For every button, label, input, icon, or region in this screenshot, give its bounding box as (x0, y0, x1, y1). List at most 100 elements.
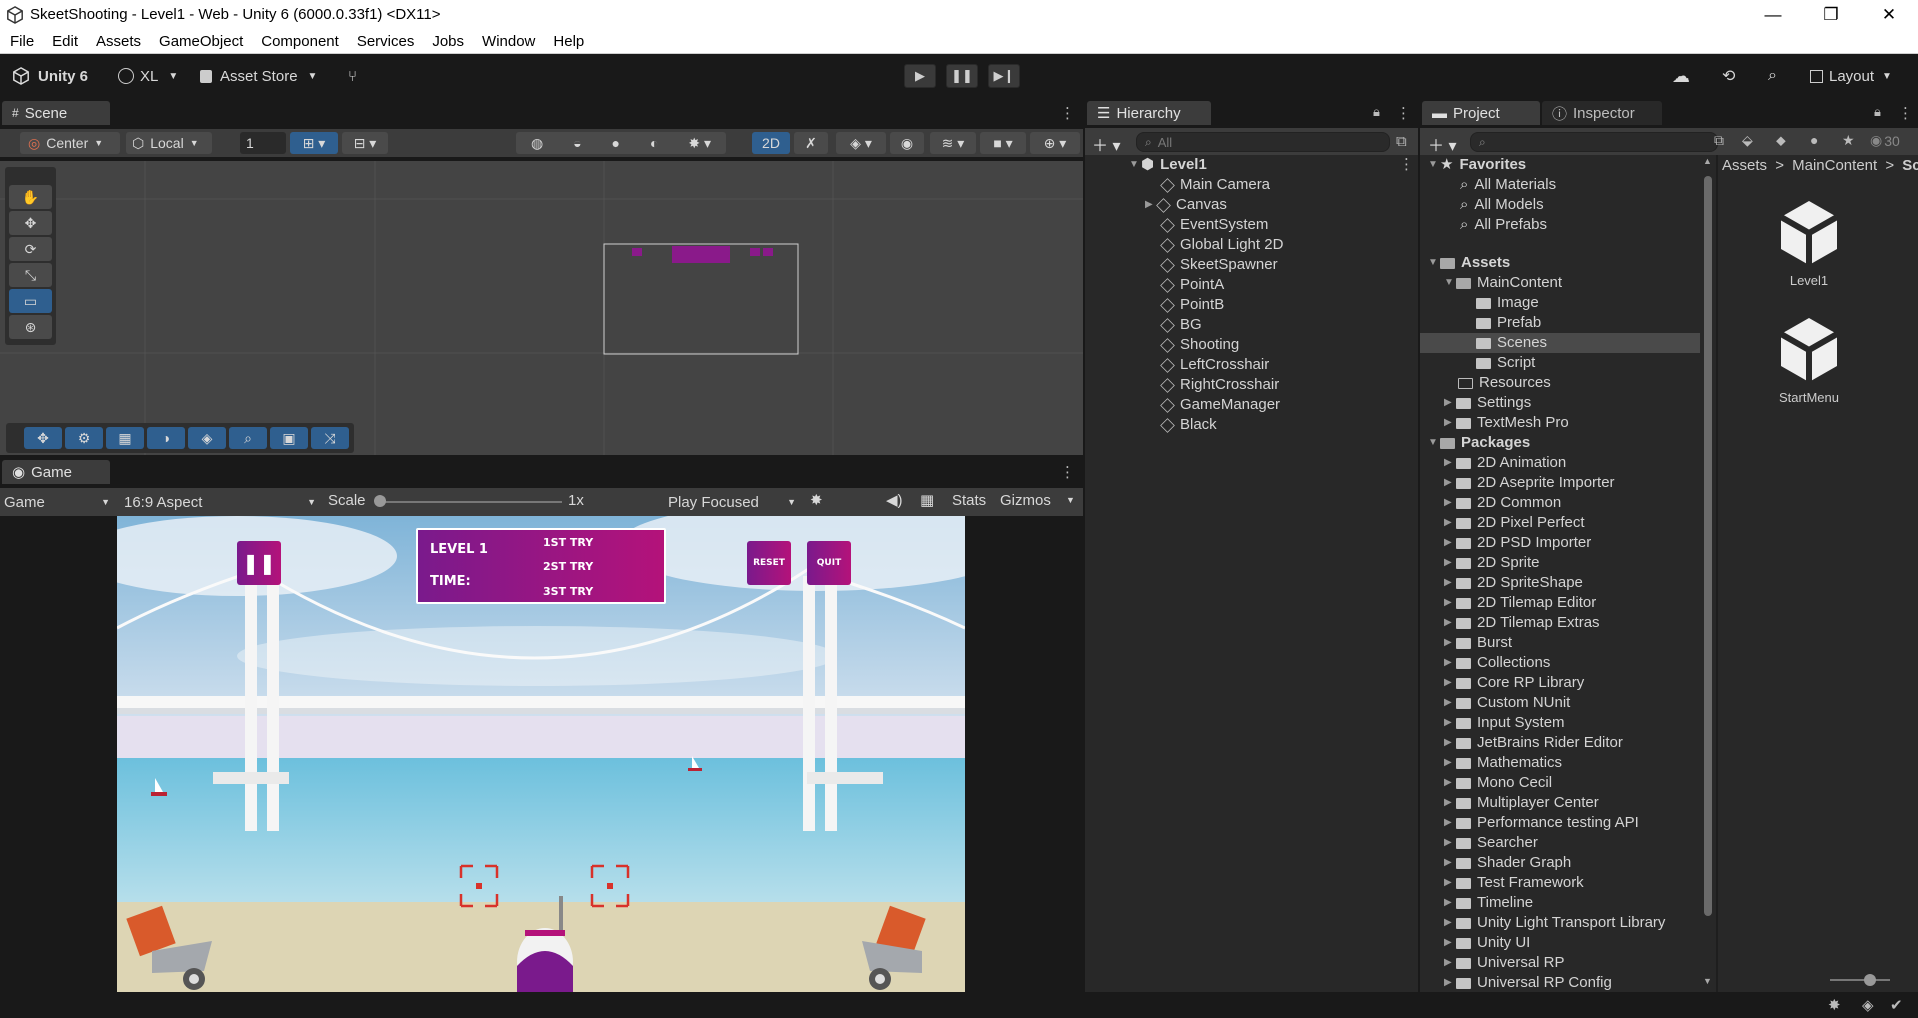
scale-slider-handle[interactable] (374, 495, 386, 507)
package-item[interactable]: ▶ Core RP Library (1444, 673, 1584, 693)
folder-item[interactable]: Prefab (1476, 313, 1541, 333)
account-dropdown[interactable]: XL ▼ (118, 64, 178, 88)
asset-store-dropdown[interactable]: Asset Store ▼ (200, 64, 317, 88)
hierarchy-item[interactable]: Black (1160, 415, 1217, 435)
overlay-shuffle-icon[interactable]: ⤨ (311, 427, 349, 449)
folder-item[interactable]: Script (1476, 353, 1535, 373)
increment-snap-button[interactable]: ⊟ ▾ (342, 132, 388, 154)
scene-viewport[interactable] (0, 161, 1083, 455)
package-item[interactable]: ▶ 2D Sprite (1444, 553, 1540, 573)
pause-game-button[interactable]: ❚❚ (237, 541, 281, 585)
scene-visibility-icon[interactable]: ⧉ (1396, 133, 1407, 150)
package-item[interactable]: ▶ Mono Cecil (1444, 773, 1552, 793)
history-icon[interactable]: ⟲ (1722, 64, 1735, 88)
search-scope-icon[interactable]: ⧉ (1714, 132, 1724, 149)
package-item[interactable]: ▶ 2D Tilemap Extras (1444, 613, 1600, 633)
tab-game[interactable]: ◉ Game (2, 460, 110, 484)
more-icon[interactable]: ⋮ (1060, 463, 1075, 481)
package-item[interactable]: ▶ Collections (1444, 653, 1550, 673)
scroll-down-icon[interactable]: ▼ (1703, 976, 1712, 986)
packages-root[interactable]: ▼ Packages (1428, 433, 1530, 453)
package-item[interactable]: ▶ Unity Light Transport Library (1444, 913, 1665, 933)
hierarchy-item[interactable]: PointA (1160, 275, 1224, 295)
overlay-tune-icon[interactable]: ⚙ (65, 427, 103, 449)
menu-assets[interactable]: Assets (86, 33, 149, 50)
lock-icon[interactable]: 🔒︎ (1373, 104, 1380, 120)
hierarchy-search-input[interactable]: ⌕ All (1136, 132, 1390, 152)
package-item[interactable]: ▶ 2D Tilemap Editor (1444, 593, 1596, 613)
package-item[interactable]: ▶ Burst (1444, 633, 1512, 653)
menu-component[interactable]: Component (251, 33, 347, 50)
hierarchy-item[interactable]: Main Camera (1160, 175, 1270, 195)
mute-audio-icon[interactable]: ◀) (886, 491, 903, 509)
menu-window[interactable]: Window (472, 33, 543, 50)
add-dropdown[interactable]: ＋ ▾ (1092, 132, 1120, 156)
overlay-grid-icon[interactable]: ▦ (106, 427, 144, 449)
menu-edit[interactable]: Edit (42, 33, 86, 50)
project-search-input[interactable]: ⌕ (1470, 132, 1718, 152)
rect-tool-icon[interactable]: ▭ (9, 289, 52, 313)
favorite-item[interactable]: ⌕ All Prefabs (1460, 215, 1547, 235)
more-icon[interactable]: ⋮ (1399, 155, 1414, 173)
aspect-dropdown[interactable]: 16:9 Aspect ▼ (124, 492, 316, 512)
quit-button[interactable]: QUIT (807, 541, 851, 585)
icon-size-slider[interactable] (1830, 979, 1890, 981)
hierarchy-root[interactable]: ▼ ⬢ Level1 (1129, 155, 1207, 175)
stats-button[interactable]: Stats (952, 492, 986, 509)
package-item[interactable]: ▶ Multiplayer Center (1444, 793, 1599, 813)
bug-icon[interactable]: ✸ (810, 491, 823, 509)
reset-button[interactable]: RESET (747, 541, 791, 585)
keyboard-icon[interactable]: ▦ (920, 491, 934, 509)
hierarchy-item[interactable]: ▶ Canvas (1145, 195, 1227, 215)
tab-hierarchy[interactable]: ☰ Hierarchy (1087, 101, 1211, 125)
layers-dropdown[interactable]: ≋ ▾ (930, 132, 976, 154)
package-item[interactable]: ▶ 2D Animation (1444, 453, 1566, 473)
overlay-move-icon[interactable]: ✥ (24, 427, 62, 449)
version-control-icon[interactable]: ⑂ (348, 64, 357, 88)
lighting-toggle[interactable]: ✗ (794, 132, 828, 154)
close-button[interactable]: ✕ (1860, 0, 1918, 29)
favorite-item[interactable]: ⌕ All Models (1460, 195, 1544, 215)
grid-size-field[interactable]: 1 (240, 132, 286, 154)
package-item[interactable]: ▶ Input System (1444, 713, 1565, 733)
maximize-button[interactable]: ❐ (1802, 0, 1860, 29)
package-item[interactable]: ▶ Universal RP Config (1444, 973, 1612, 992)
audio-toggle[interactable]: ◈ ▾ (836, 132, 886, 154)
pivot-dropdown[interactable]: ◎ Center ▼ (20, 132, 120, 154)
favorites-header[interactable]: ▼ ★ Favorites (1428, 155, 1526, 175)
folder-item[interactable]: ▶ Settings (1444, 393, 1531, 413)
folder-item-selected[interactable]: Scenes (1476, 333, 1547, 353)
overlay-search-icon[interactable]: ⌕ (229, 427, 267, 449)
package-item[interactable]: ▶ 2D PSD Importer (1444, 533, 1591, 553)
rotate-tool-icon[interactable]: ⟳ (9, 237, 52, 261)
hierarchy-item[interactable]: PointB (1160, 295, 1224, 315)
hand-tool-icon[interactable]: ✋ (9, 185, 52, 209)
folder-item[interactable]: Image (1476, 293, 1539, 313)
tab-project[interactable]: ▬ Project (1422, 101, 1540, 125)
hierarchy-item[interactable]: Shooting (1160, 335, 1239, 355)
hierarchy-item[interactable]: BG (1160, 315, 1202, 335)
package-item[interactable]: ▶ Custom NUnit (1444, 693, 1570, 713)
breadcrumb-item[interactable]: Sc (1902, 157, 1918, 174)
hierarchy-item[interactable]: EventSystem (1160, 215, 1268, 235)
mode-2d-toggle[interactable]: 2D (752, 132, 790, 154)
hidden-count[interactable]: ◉ 30 (1870, 132, 1900, 149)
package-item[interactable]: ▶ Universal RP (1444, 953, 1565, 973)
package-item[interactable]: ▶ 2D Aseprite Importer (1444, 473, 1615, 493)
cloud-icon[interactable]: ☁ (1672, 64, 1690, 88)
gizmos-button[interactable]: Gizmos (1000, 492, 1051, 509)
package-item[interactable]: ▶ Mathematics (1444, 753, 1562, 773)
shading-mode-group[interactable]: ◍ ◒ ● ◐ ✸ ▾ (516, 132, 726, 154)
bug-report-icon[interactable]: ✸ (1828, 996, 1841, 1014)
folder-item[interactable]: ▶ TextMesh Pro (1444, 413, 1569, 433)
camera-dropdown[interactable]: ■ ▾ (980, 132, 1026, 154)
cache-server-icon[interactable]: ◈ (1862, 996, 1874, 1014)
move-tool-icon[interactable]: ✥ (9, 211, 52, 235)
project-tree-scroll-thumb[interactable] (1704, 176, 1712, 916)
menu-help[interactable]: Help (543, 33, 592, 50)
menu-file[interactable]: File (0, 33, 42, 50)
hierarchy-item[interactable]: RightCrosshair (1160, 375, 1279, 395)
tab-inspector[interactable]: ⓘ Inspector (1542, 101, 1662, 125)
tab-scene[interactable]: # Scene (2, 101, 110, 125)
step-button[interactable]: ▶❙ (988, 64, 1020, 88)
